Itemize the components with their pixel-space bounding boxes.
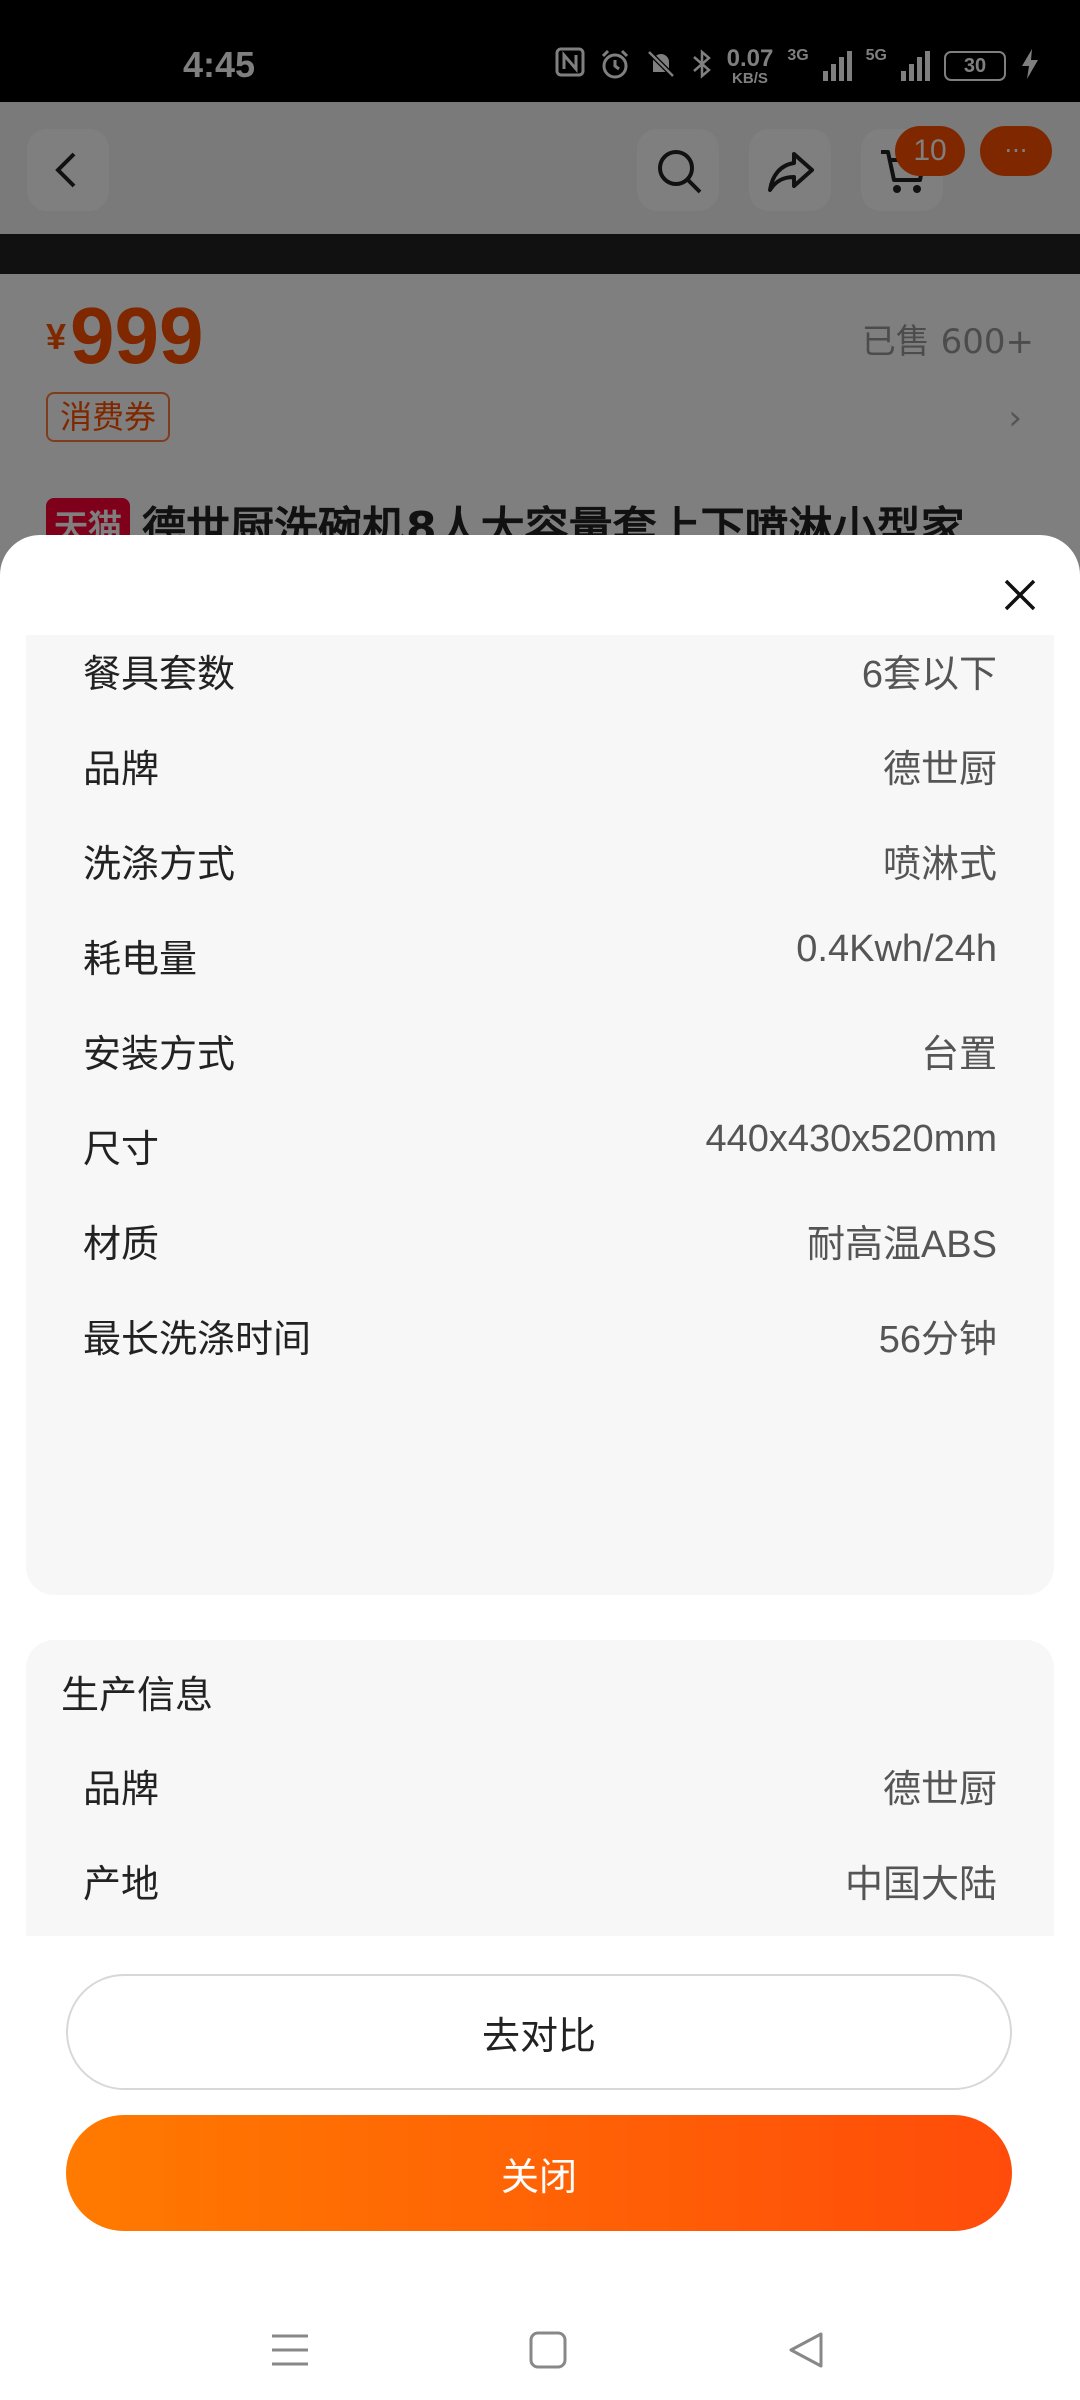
- spec-row: 安装方式 台置: [26, 1015, 1054, 1076]
- close-icon[interactable]: [992, 567, 1048, 623]
- spec-value: 56分钟: [878, 1319, 997, 1361]
- spec-row: 品牌 德世厨: [26, 730, 1054, 791]
- nav-back-icon[interactable]: [776, 2320, 836, 2380]
- spec-value: 耐高温ABS: [806, 1224, 997, 1266]
- spec-value: 德世厨: [882, 749, 997, 791]
- spec-key: 最长洗涤时间: [83, 1317, 312, 1361]
- spec-row: 餐具套数 6套以下: [26, 635, 1054, 696]
- spec-value: 0.4Kwh/24h: [796, 928, 997, 970]
- spec-value: 台置: [920, 1034, 997, 1076]
- home-icon[interactable]: [518, 2320, 578, 2380]
- spec-row: 尺寸 440x430x520mm: [26, 1110, 1054, 1171]
- spec-bottom-sheet: 餐具套数 6套以下 品牌 德世厨 洗涤方式 喷淋式 耗电量 0.4Kwh/24h 安装方…: [0, 535, 1080, 2400]
- spec-row: 耗电量 0.4Kwh/24h: [26, 920, 1054, 981]
- production-info-title: 生产信息: [61, 1673, 214, 1717]
- spec-key: 产地: [83, 1862, 160, 1906]
- compare-button[interactable]: 去对比: [66, 1974, 1012, 2090]
- spec-key: 材质: [83, 1222, 160, 1266]
- spec-value: 德世厨: [882, 1769, 997, 1811]
- spec-key: 品牌: [83, 1767, 160, 1811]
- spec-key: 餐具套数: [83, 652, 236, 696]
- spec-value: 440x430x520mm: [705, 1118, 997, 1160]
- spec-row: 洗涤方式 喷淋式: [26, 825, 1054, 886]
- spec-value: 喷淋式: [882, 844, 997, 886]
- spec-value: 中国大陆: [844, 1864, 997, 1906]
- spec-row: 最长洗涤时间 56分钟: [26, 1300, 1054, 1361]
- spec-key: 耗电量: [83, 937, 198, 981]
- spec-value: 6套以下: [861, 654, 997, 696]
- spec-key: 洗涤方式: [83, 842, 236, 886]
- spec-key: 品牌: [83, 747, 160, 791]
- spec-key: 安装方式: [83, 1032, 236, 1076]
- spec-card: 餐具套数 6套以下 品牌 德世厨 洗涤方式 喷淋式 耗电量 0.4Kwh/24h 安装方…: [26, 635, 1054, 1595]
- production-info-card: 生产信息 品牌德世厨 产地中国大陆 堆码层数极限5层 上市时间2021-01: [26, 1640, 1054, 1936]
- system-nav-bar: [0, 2300, 1080, 2400]
- spec-key: 尺寸: [83, 1127, 160, 1171]
- menu-icon[interactable]: [260, 2320, 320, 2380]
- spec-scroll-area[interactable]: 餐具套数 6套以下 品牌 德世厨 洗涤方式 喷淋式 耗电量 0.4Kwh/24h 安装方…: [0, 635, 1080, 1936]
- spec-row: 材质 耐高温ABS: [26, 1205, 1054, 1266]
- spec-row: 产地 中国大陆: [26, 1845, 1054, 1906]
- spec-row: 品牌 德世厨: [26, 1750, 1054, 1811]
- close-button[interactable]: 关闭: [66, 2115, 1012, 2231]
